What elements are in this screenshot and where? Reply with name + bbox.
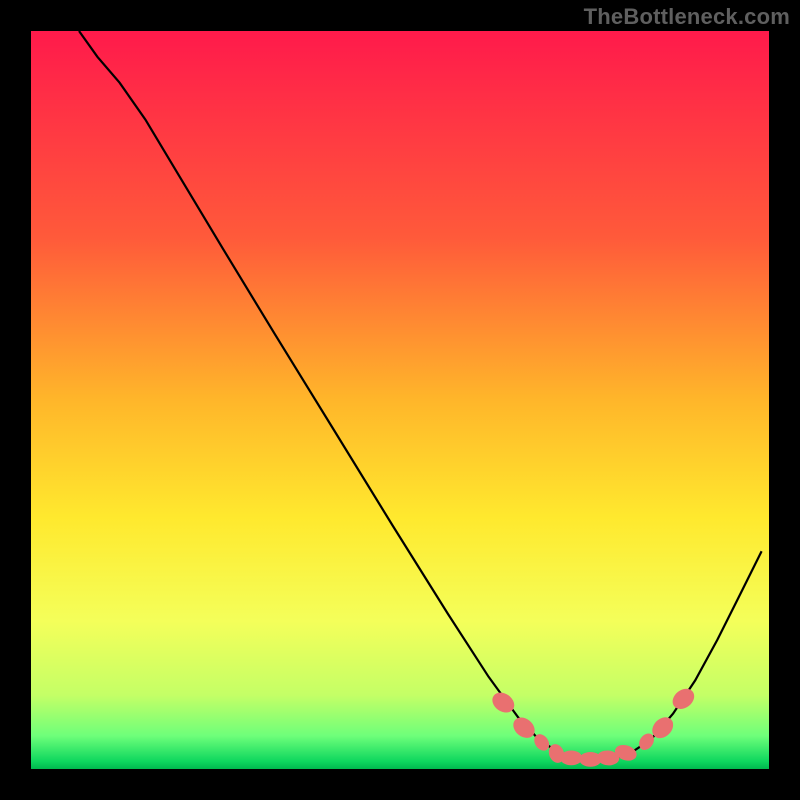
plot-background-gradient <box>31 31 769 769</box>
marker-dot <box>560 751 582 766</box>
attribution-text: TheBottleneck.com <box>584 4 790 30</box>
bottleneck-chart <box>0 0 800 800</box>
chart-frame: TheBottleneck.com <box>0 0 800 800</box>
